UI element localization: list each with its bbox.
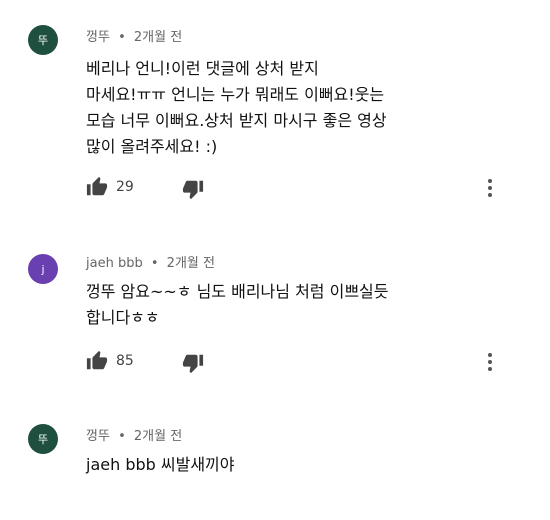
more-vertical-icon[interactable] — [482, 350, 498, 374]
comment-actions: 29 — [86, 176, 526, 200]
avatar[interactable]: j — [28, 254, 58, 284]
comment-meta: 껑뚜 • 2개월 전 — [86, 26, 182, 45]
avatar-letter: j — [41, 262, 45, 276]
thumbs-down-icon — [182, 354, 204, 374]
like-count: 85 — [116, 353, 134, 369]
comment-author[interactable]: jaeh bbb — [86, 256, 143, 271]
comment-actions: 85 — [86, 350, 526, 374]
meta-separator: • — [118, 429, 126, 444]
comment-time[interactable]: 2개월 전 — [134, 429, 182, 444]
avatar[interactable]: 뚜 — [28, 424, 58, 454]
comment-author[interactable]: 껑뚜 — [86, 429, 110, 444]
like-button[interactable]: 85 — [86, 350, 134, 372]
comment-time[interactable]: 2개월 전 — [167, 256, 215, 271]
comment-time[interactable]: 2개월 전 — [134, 30, 182, 45]
dislike-button[interactable] — [182, 178, 204, 200]
comment-meta: jaeh bbb • 2개월 전 — [86, 252, 215, 271]
avatar[interactable]: 뚜 — [28, 25, 58, 55]
comment-text: jaeh bbb 씨발새끼야 — [86, 455, 235, 474]
comment-author[interactable]: 껑뚜 — [86, 30, 110, 45]
avatar-letter: 뚜 — [37, 34, 49, 47]
like-button[interactable]: 29 — [86, 176, 134, 198]
like-count: 29 — [116, 179, 134, 195]
dislike-button[interactable] — [182, 352, 204, 374]
thumbs-up-icon — [86, 176, 108, 196]
comment-text: 껑뚜 암요~~ㅎ 님도 배리나님 처럼 이쁘실듯 합니다ㅎㅎ — [86, 282, 389, 327]
comment-text: 베리나 언니!이런 댓글에 상처 받지 마세요!ㅠㅠ 언니는 누가 뭐래도 이뻐… — [86, 59, 387, 156]
more-vertical-icon[interactable] — [482, 176, 498, 200]
meta-separator: • — [118, 30, 126, 45]
avatar-letter: 뚜 — [37, 433, 49, 446]
thumbs-up-icon — [86, 350, 108, 370]
thumbs-down-icon — [182, 180, 204, 200]
meta-separator: • — [150, 256, 159, 271]
comment-meta: 껑뚜 • 2개월 전 — [86, 425, 182, 444]
